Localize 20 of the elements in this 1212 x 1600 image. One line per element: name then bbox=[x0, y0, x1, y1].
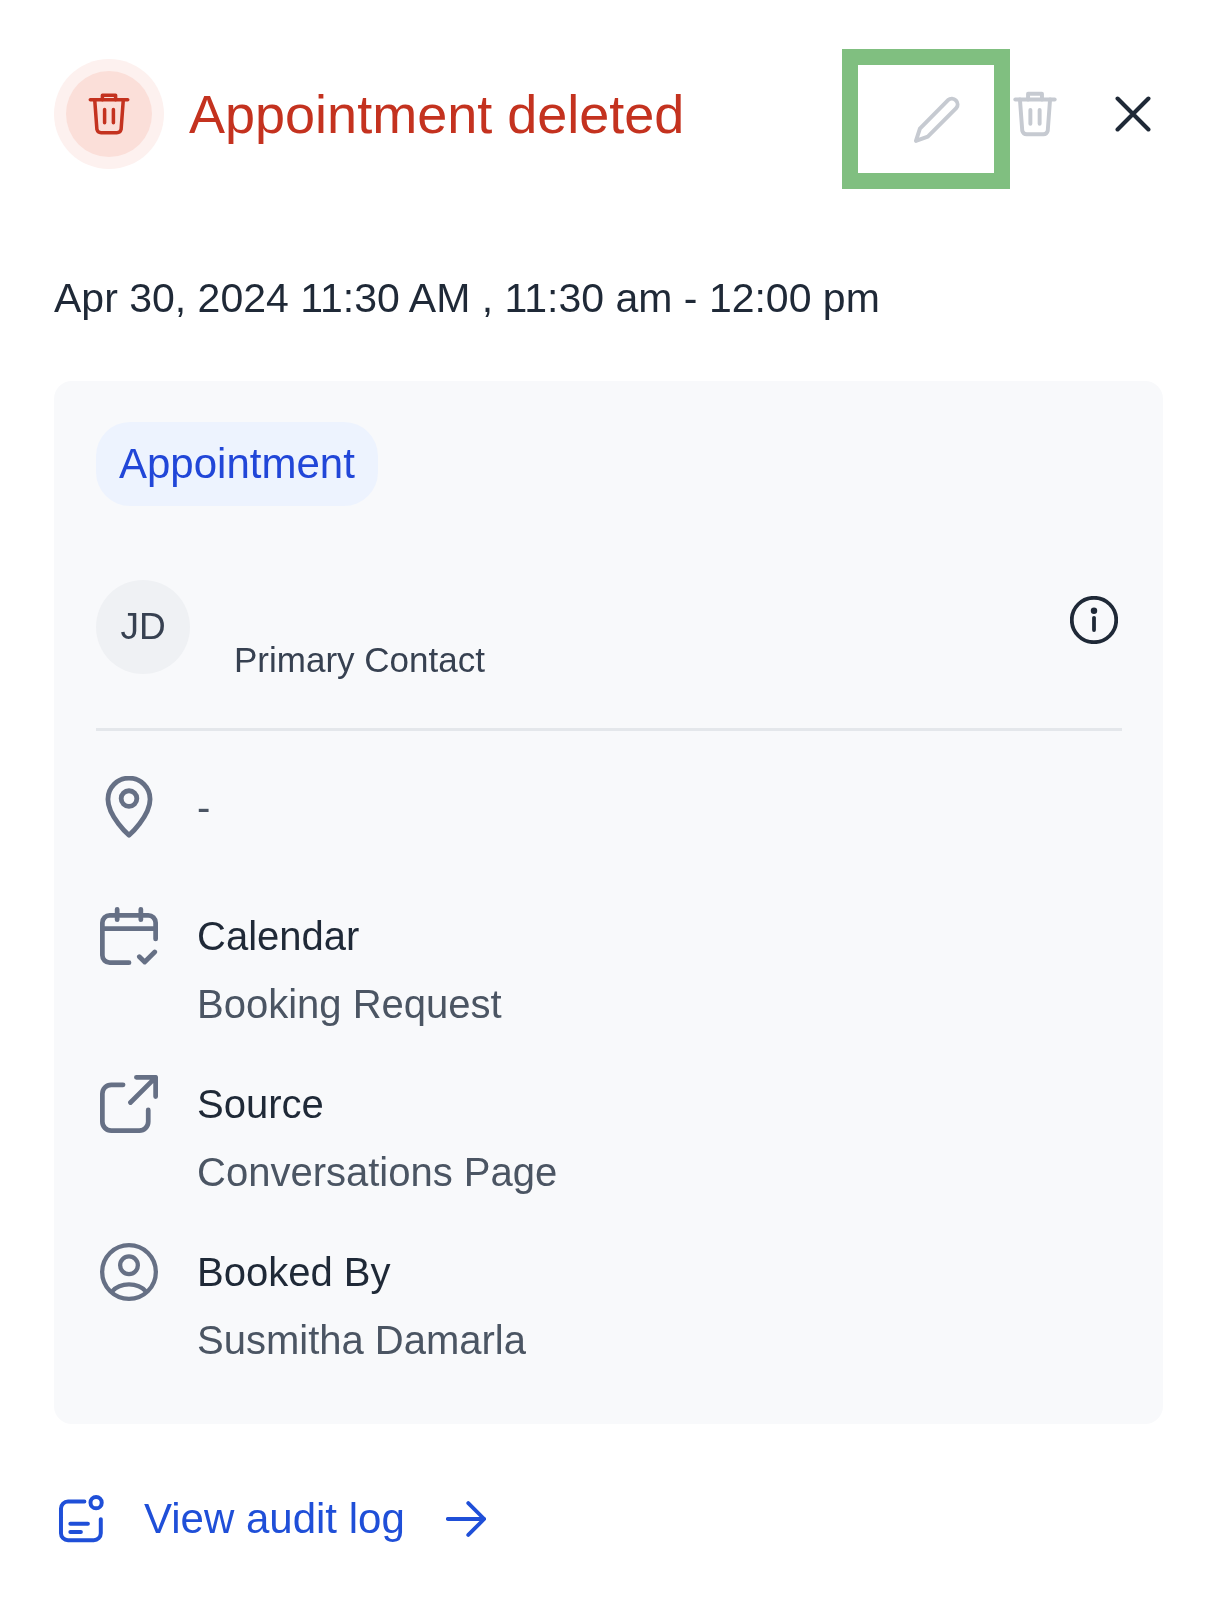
detail-value: Susmitha Damarla bbox=[197, 1317, 526, 1364]
contact-role: Primary Contact bbox=[234, 640, 485, 680]
detail-label: Booked By bbox=[197, 1249, 392, 1296]
dialog-title: Appointment deleted bbox=[189, 83, 685, 146]
user-circle-icon bbox=[100, 1243, 158, 1301]
appointment-datetime: Apr 30, 2024 11:30 AM , 11:30 am - 12:00 pm bbox=[54, 274, 881, 322]
info-icon[interactable] bbox=[1070, 596, 1118, 644]
calendar-check-icon bbox=[100, 907, 158, 965]
arrow-right-icon bbox=[445, 1501, 486, 1537]
audit-log-link[interactable]: View audit log bbox=[54, 1494, 486, 1544]
document-list-icon bbox=[57, 1495, 105, 1543]
external-link-icon bbox=[100, 1075, 158, 1133]
contact-avatar: JD bbox=[96, 580, 190, 674]
detail-label: Calendar bbox=[197, 913, 361, 960]
detail-label: Source bbox=[197, 1081, 325, 1128]
detail-value: Booking Request bbox=[197, 981, 502, 1028]
detail-value: Conversations Page bbox=[197, 1149, 558, 1196]
location-pin-icon bbox=[105, 776, 153, 838]
type-tag: Appointment bbox=[96, 422, 378, 506]
detail-value: - bbox=[197, 784, 211, 831]
